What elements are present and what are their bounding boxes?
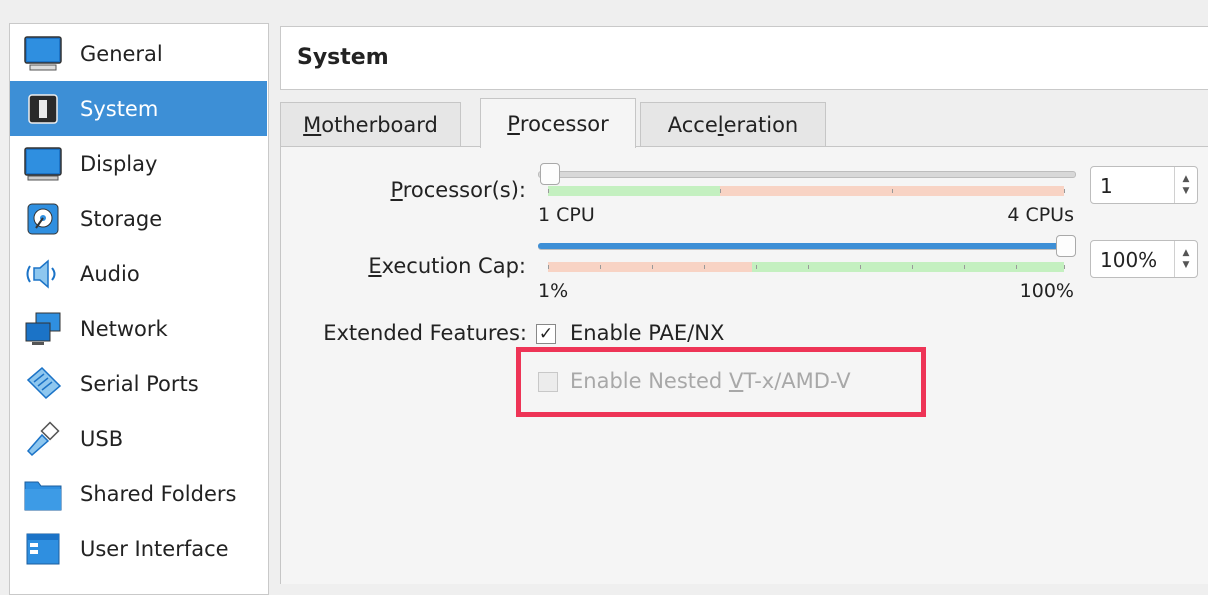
tab-label: rocessor [519,111,609,136]
slider-tick [652,265,653,269]
execution-cap-spinbox[interactable]: 100% ▲ ▼ [1090,240,1198,278]
sidebar-item-label: Audio [80,261,140,286]
slider-tick [808,265,809,269]
sidebar-item-label: System [80,96,159,121]
sidebar-item-shared-folders[interactable]: Shared Folders [10,466,267,521]
execution-cap-slider-handle[interactable] [1056,235,1076,257]
tab-label-mnemonic: M [303,112,322,137]
execution-cap-max-label: 100% [1019,280,1074,302]
execution-cap-value: 100% [1100,248,1158,272]
sidebar-item-label: Storage [80,206,163,231]
tab-acceleration[interactable]: Acce l eration [640,102,826,146]
enable-pae-nx-label[interactable]: Enable PAE/NX [570,321,724,345]
serial-port-icon [22,364,64,404]
processor-min-label: 1 CPU [538,204,595,226]
execution-cap-ok-band [752,262,1064,272]
arrow-up-icon[interactable]: ▲ [1183,247,1190,259]
tab-label: eration [723,112,799,137]
slider-tick [912,265,913,269]
usb-icon [22,419,64,459]
processor-slider-track[interactable] [538,171,1076,178]
network-icon [22,309,64,349]
speaker-icon [22,254,64,294]
sidebar-item-label: USB [80,426,124,451]
slider-tick [756,265,757,269]
sidebar-item-label: Network [80,316,168,341]
execution-cap-low-band [548,262,752,272]
sidebar-item-label: Shared Folders [80,481,237,506]
slider-tick [720,189,721,193]
tab-processor[interactable]: Processor [480,98,636,148]
sidebar-item-system[interactable]: System [10,81,267,136]
sidebar-item-label: Display [80,151,158,176]
processor-slider-handle[interactable] [540,163,560,185]
slider-tick [548,265,549,269]
processor-label: Processor(s): [390,178,526,202]
sidebar-item-label: User Interface [80,536,229,561]
page-header: System [280,26,1208,90]
storage-disk-icon [22,199,64,239]
highlight-box [516,347,926,417]
sidebar-item-usb[interactable]: USB [10,411,267,466]
extended-features-label: Extended Features: [323,321,527,345]
sidebar-item-display[interactable]: Display [10,136,267,191]
execution-cap-min-label: 1% [538,280,569,302]
tab-motherboard[interactable]: Motherboard [280,102,461,146]
user-interface-icon [22,529,64,569]
sidebar-item-general[interactable]: General [10,26,267,81]
processor-count-spinbox[interactable]: 1 ▲ ▼ [1090,166,1198,204]
arrow-down-icon[interactable]: ▼ [1183,185,1190,197]
sidebar-item-storage[interactable]: Storage [10,191,267,246]
page-title: System [297,45,389,70]
sidebar-item-audio[interactable]: Audio [10,246,267,301]
sidebar-item-serial-ports[interactable]: Serial Ports [10,356,267,411]
execution-cap-slider-fill [538,243,1064,249]
slider-tick [704,265,705,269]
display-monitor-icon [22,144,64,184]
execution-cap-label: Execution Cap: [368,254,526,278]
processor-max-label: 4 CPUs [1007,204,1074,226]
arrow-up-icon[interactable]: ▲ [1183,173,1190,185]
sidebar-item-label: General [80,41,163,66]
processor-recommended-band [548,186,720,196]
slider-tick [1064,265,1065,269]
processor-count-value: 1 [1100,174,1113,198]
tab-label: Acce [667,112,718,137]
slider-tick [548,189,549,193]
folder-icon [22,474,64,514]
spinbox-arrows[interactable]: ▲ ▼ [1174,241,1197,277]
slider-tick [964,265,965,269]
sidebar-item-label: Serial Ports [80,371,199,396]
spinbox-arrows[interactable]: ▲ ▼ [1174,167,1197,203]
slider-tick [600,265,601,269]
settings-sidebar: General System Display Storage Audio Net… [9,23,269,595]
slider-tick [860,265,861,269]
tab-label: otherboard [321,112,438,137]
slider-tick [892,189,893,193]
tab-label-mnemonic: P [507,111,520,136]
general-monitor-icon [22,34,64,74]
slider-tick [1016,265,1017,269]
system-chip-icon [22,89,64,129]
enable-pae-nx-checkbox[interactable]: ✓ [536,324,556,344]
sidebar-item-user-interface[interactable]: User Interface [10,521,267,576]
sidebar-item-network[interactable]: Network [10,301,267,356]
slider-tick [1064,189,1065,193]
arrow-down-icon[interactable]: ▼ [1183,259,1190,271]
settings-main: System Motherboard Processor Acce l eratio… [278,0,1208,584]
